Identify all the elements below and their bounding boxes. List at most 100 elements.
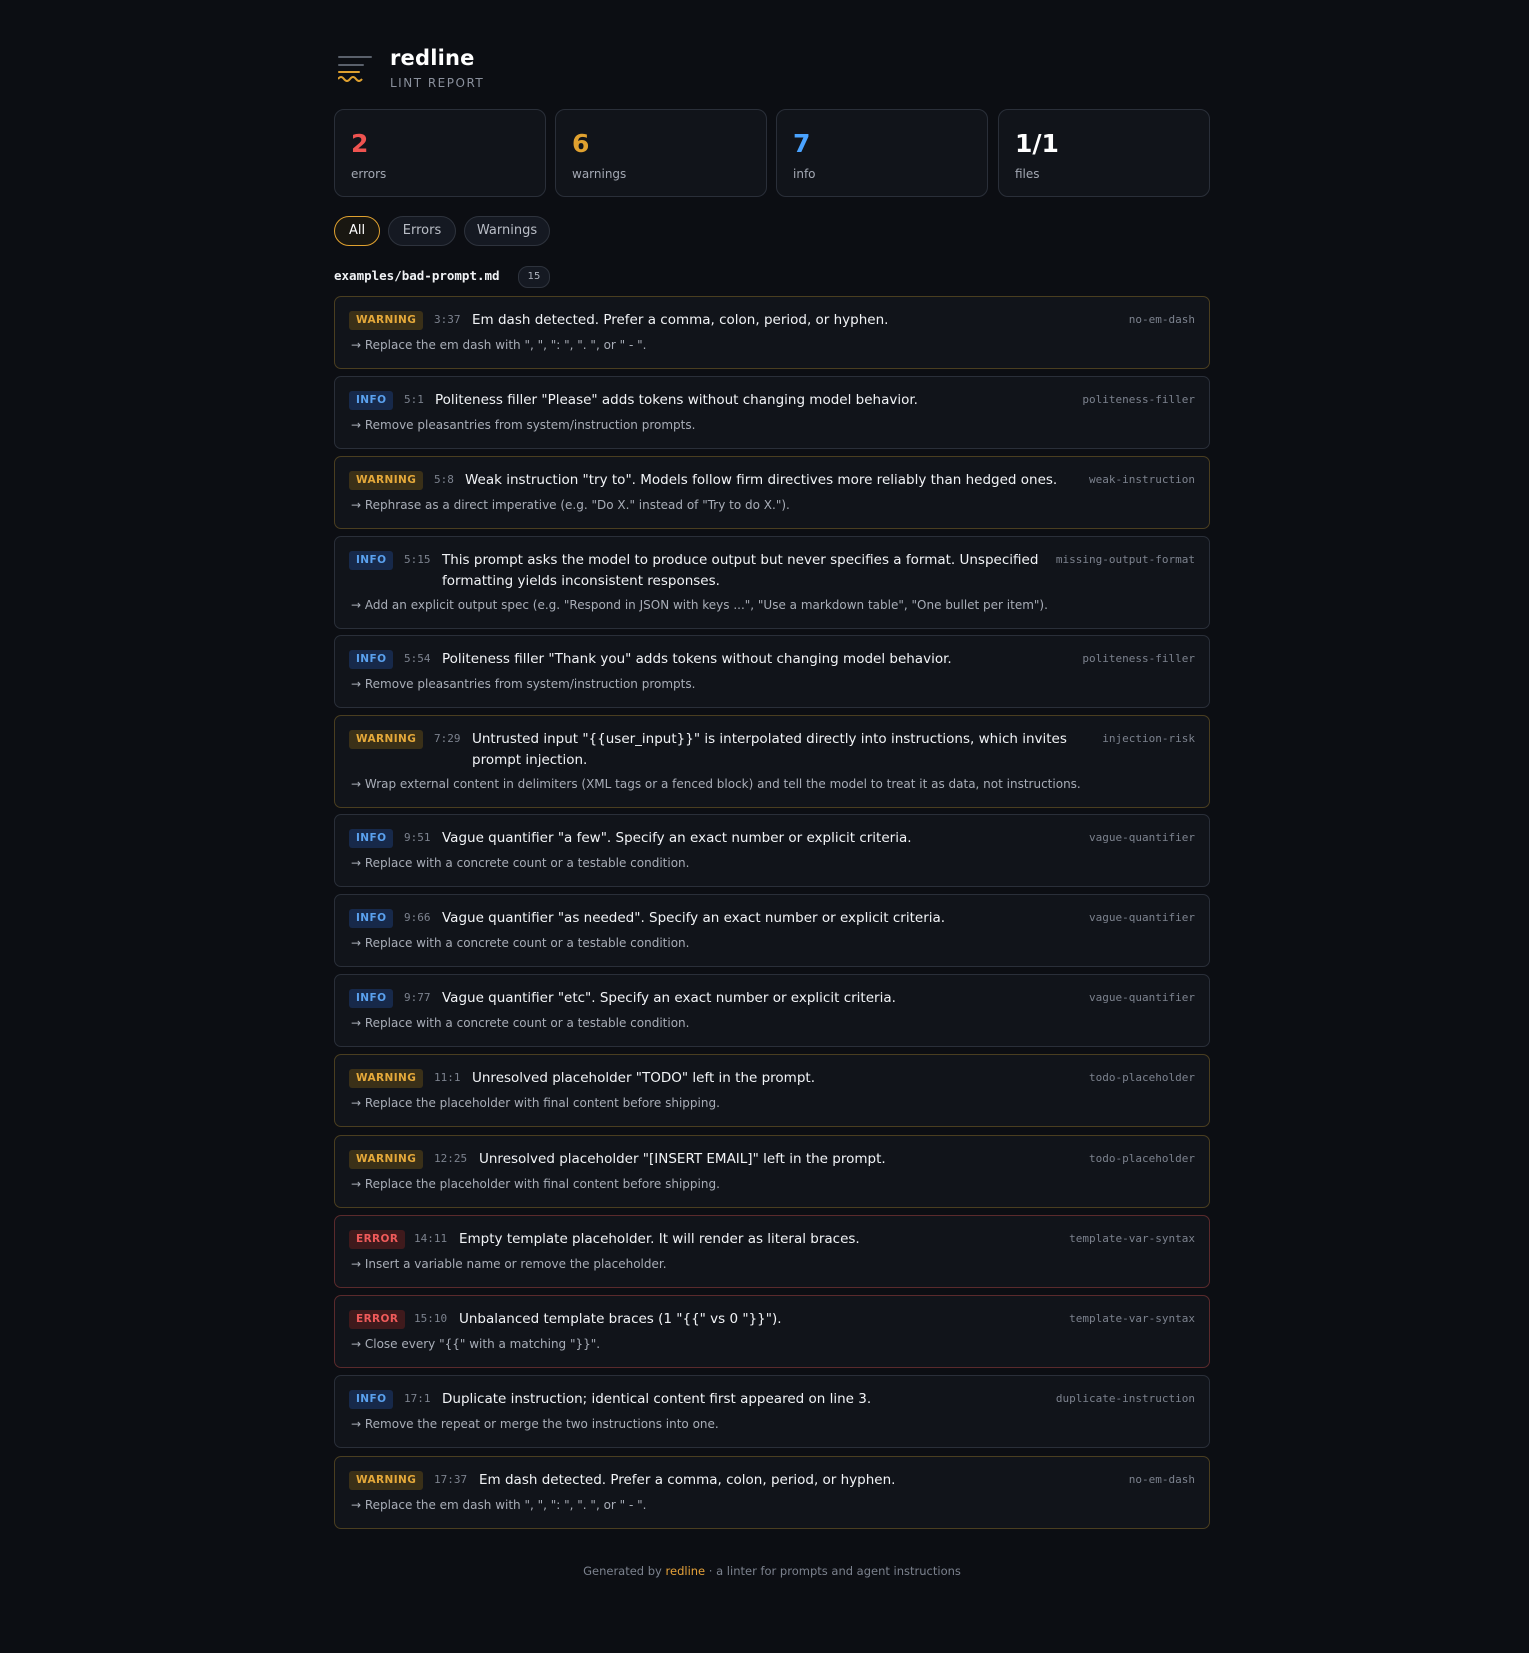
issue-location: 11:1: [434, 1071, 461, 1084]
issue-fix-suggestion: → Close every "{{" with a matching "}}".: [351, 1337, 601, 1351]
issue-message: Em dash detected. Prefer a comma, colon,…: [472, 312, 889, 328]
redline-logo-icon: [338, 56, 372, 82]
footer-brand-link[interactable]: redline: [666, 1564, 706, 1578]
issue-card[interactable]: INFO 9:66 Vague quantifier "as needed". Sp…: [334, 894, 1210, 967]
rule-name: politeness-filler: [1082, 652, 1195, 665]
rule-name: template-var-syntax: [1069, 1312, 1195, 1325]
severity-badge: INFO: [349, 551, 394, 570]
issue-fix-suggestion: → Remove pleasantries from system/instru…: [351, 677, 696, 691]
issue-location: 17:37: [434, 1473, 468, 1486]
issue-card[interactable]: INFO 5:54 Politeness filler "Thank you" ad…: [334, 635, 1210, 708]
issue-location: 9:51: [404, 831, 431, 844]
rule-name: vague-quantifier: [1089, 911, 1195, 924]
issue-fix-suggestion: → Replace with a concrete count or a tes…: [351, 936, 690, 950]
stats-row: 2 errors 6 warnings 7 info 1/1 files: [334, 109, 1210, 197]
stat-value: 6: [572, 129, 590, 158]
filter-bar: All Errors Warnings: [334, 216, 1210, 246]
rule-name: weak-instruction: [1089, 473, 1195, 486]
issue-card[interactable]: INFO 5:15 This prompt asks the model to pr…: [334, 536, 1210, 629]
rule-name: template-var-syntax: [1069, 1232, 1195, 1245]
issue-location: 12:25: [434, 1152, 468, 1165]
issue-location: 5:54: [404, 652, 431, 665]
issue-card[interactable]: INFO 9:77 Vague quantifier "etc". Specify …: [334, 974, 1210, 1047]
issue-message: Em dash detected. Prefer a comma, colon,…: [479, 1472, 896, 1488]
report-header: redline LINT REPORT: [334, 44, 1210, 94]
filter-errors-button[interactable]: Errors: [388, 216, 456, 246]
issue-message: Untrusted input "{{user_input}}" is inte…: [472, 731, 1067, 768]
rule-name: injection-risk: [1102, 732, 1195, 745]
issue-card[interactable]: INFO 9:51 Vague quantifier "a few". Specif…: [334, 814, 1210, 887]
severity-badge: WARNING: [349, 471, 424, 490]
issue-fix-suggestion: → Replace with a concrete count or a tes…: [351, 856, 690, 870]
stat-label: errors: [351, 167, 387, 181]
issue-card[interactable]: WARNING 3:37 Em dash detected. Prefer a co…: [334, 296, 1210, 369]
severity-badge: WARNING: [349, 1150, 424, 1169]
stat-value: 7: [793, 129, 811, 158]
filter-warnings-button[interactable]: Warnings: [464, 216, 550, 246]
severity-badge: WARNING: [349, 730, 424, 749]
issue-message: Politeness filler "Thank you" adds token…: [442, 651, 952, 667]
severity-badge: ERROR: [349, 1230, 406, 1249]
severity-badge: INFO: [349, 1390, 394, 1409]
issue-message: Unresolved placeholder "[INSERT EMAIL]" …: [479, 1151, 886, 1167]
rule-name: todo-placeholder: [1089, 1071, 1195, 1084]
issue-card[interactable]: WARNING 12:25 Unresolved placeholder "[INS…: [334, 1135, 1210, 1208]
issue-fix-suggestion: → Replace the placeholder with final con…: [351, 1177, 720, 1191]
issue-fix-suggestion: → Remove the repeat or merge the two ins…: [351, 1417, 719, 1431]
issue-card[interactable]: INFO 17:1 Duplicate instruction; identical…: [334, 1375, 1210, 1448]
issue-card[interactable]: WARNING 7:29 Untrusted input "{{user_input…: [334, 715, 1210, 808]
issue-location: 3:37: [434, 313, 461, 326]
severity-badge: INFO: [349, 909, 394, 928]
issue-card[interactable]: INFO 5:1 Politeness filler "Please" adds t…: [334, 376, 1210, 449]
issue-location: 9:66: [404, 911, 431, 924]
issue-card[interactable]: ERROR 15:10 Unbalanced template braces (1 …: [334, 1295, 1210, 1368]
severity-badge: INFO: [349, 989, 394, 1008]
severity-badge: ERROR: [349, 1310, 406, 1329]
issue-message: Vague quantifier "as needed". Specify an…: [442, 910, 946, 926]
rule-name: vague-quantifier: [1089, 991, 1195, 1004]
file-name[interactable]: examples/bad-prompt.md: [334, 268, 500, 283]
page-footer: Generated by redline · a linter for prom…: [334, 1564, 1210, 1578]
severity-badge: INFO: [349, 650, 394, 669]
issue-message: This prompt asks the model to produce ou…: [442, 552, 1039, 589]
issue-card[interactable]: WARNING 5:8 Weak instruction "try to". Mod…: [334, 456, 1210, 529]
file-issue-count-badge: 15: [518, 266, 550, 288]
issue-location: 14:11: [414, 1232, 448, 1245]
rule-name: duplicate-instruction: [1055, 1392, 1195, 1405]
filter-all-button[interactable]: All: [334, 216, 380, 246]
stat-value: 2: [351, 129, 369, 158]
issue-fix-suggestion: → Rephrase as a direct imperative (e.g. …: [351, 498, 790, 512]
file-header: examples/bad-prompt.md 15: [334, 266, 1210, 288]
issue-message: Empty template placeholder. It will rend…: [459, 1231, 860, 1247]
issue-message: Vague quantifier "a few". Specify an exa…: [442, 830, 912, 846]
stat-label: files: [1015, 167, 1040, 181]
issue-fix-suggestion: → Add an explicit output spec (e.g. "Res…: [351, 598, 1048, 612]
rule-name: no-em-dash: [1128, 1473, 1195, 1486]
severity-badge: WARNING: [349, 1069, 424, 1088]
issue-location: 5:8: [434, 473, 454, 486]
issue-location: 17:1: [404, 1392, 431, 1405]
issue-card[interactable]: WARNING 17:37 Em dash detected. Prefer a c…: [334, 1456, 1210, 1529]
issue-message: Unresolved placeholder "TODO" left in th…: [472, 1070, 815, 1086]
stat-label: info: [793, 167, 816, 181]
stat-card-warnings: 6 warnings: [555, 109, 767, 197]
stat-value: 1/1: [1015, 129, 1059, 158]
issue-fix-suggestion: → Replace the em dash with ", ", ": ", "…: [351, 1498, 647, 1512]
rule-name: todo-placeholder: [1089, 1152, 1195, 1165]
issue-location: 9:77: [404, 991, 431, 1004]
issue-card[interactable]: WARNING 11:1 Unresolved placeholder "TODO"…: [334, 1054, 1210, 1127]
issue-fix-suggestion: → Replace with a concrete count or a tes…: [351, 1016, 690, 1030]
severity-badge: INFO: [349, 829, 394, 848]
issue-fix-suggestion: → Replace the placeholder with final con…: [351, 1096, 720, 1110]
rule-name: politeness-filler: [1082, 393, 1195, 406]
severity-badge: WARNING: [349, 1471, 424, 1490]
issue-location: 7:29: [434, 732, 461, 745]
issue-fix-suggestion: → Remove pleasantries from system/instru…: [351, 418, 696, 432]
issue-message: Weak instruction "try to". Models follow…: [465, 472, 1058, 488]
issue-card[interactable]: ERROR 14:11 Empty template placeholder. It…: [334, 1215, 1210, 1288]
stat-card-files: 1/1 files: [998, 109, 1210, 197]
footer-suffix: · a linter for prompts and agent instruc…: [705, 1564, 961, 1578]
issue-location: 5:15: [404, 553, 431, 566]
issue-message: Duplicate instruction; identical content…: [442, 1391, 872, 1407]
stat-card-errors: 2 errors: [334, 109, 546, 197]
